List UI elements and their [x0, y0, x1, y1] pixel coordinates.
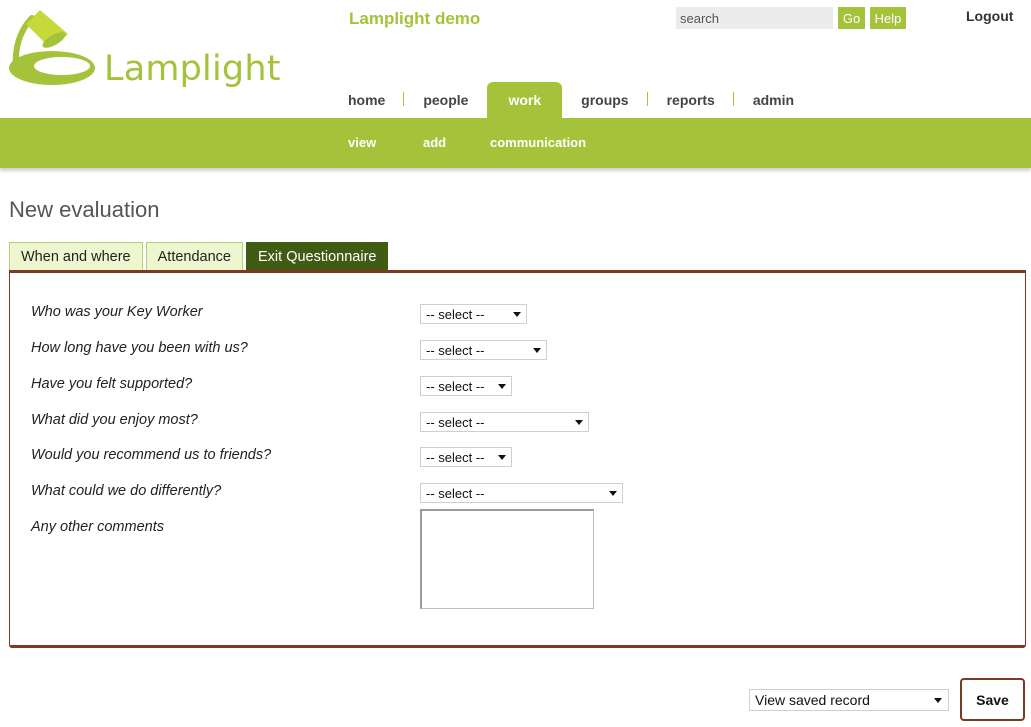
- dropdown-arrow-icon: [609, 491, 617, 496]
- key-worker-select[interactable]: -- select --: [420, 304, 527, 324]
- dropdown-arrow-icon: [575, 420, 583, 425]
- select-value: -- select --: [426, 378, 485, 394]
- select-value: -- select --: [426, 306, 485, 322]
- select-value: -- select --: [426, 342, 485, 358]
- logout-link[interactable]: Logout: [966, 8, 1013, 24]
- select-value: -- select --: [426, 485, 485, 501]
- enjoy-most-select[interactable]: -- select --: [420, 412, 589, 432]
- select-value: -- select --: [426, 449, 485, 465]
- question-label: Have you felt supported?: [31, 376, 193, 392]
- supported-select[interactable]: -- select --: [420, 376, 512, 396]
- page-title: New evaluation: [9, 197, 160, 222]
- lamplight-logo[interactable]: Lamplight: [8, 8, 281, 89]
- tab-attendance[interactable]: Attendance: [145, 242, 243, 270]
- tab-bar: When and where Attendance Exit Questionn…: [9, 242, 389, 271]
- differently-select[interactable]: -- select --: [420, 483, 623, 503]
- question-label: What could we do differently?: [31, 483, 222, 499]
- lamp-icon: [9, 10, 95, 85]
- tab-when-and-where[interactable]: When and where: [9, 242, 143, 270]
- nav-groups[interactable]: groups: [562, 82, 649, 118]
- subnav-view[interactable]: view: [348, 135, 376, 150]
- comments-textarea[interactable]: [420, 509, 594, 609]
- questionnaire-panel: Who was your Key Worker -- select -- How…: [9, 270, 1026, 648]
- dropdown-arrow-icon: [533, 348, 541, 353]
- select-value: -- select --: [426, 414, 485, 430]
- select-value: View saved record: [755, 692, 870, 708]
- recommend-select[interactable]: -- select --: [420, 447, 512, 467]
- main-nav: home people work groups reports admin: [329, 82, 813, 118]
- nav-home[interactable]: home: [329, 82, 405, 118]
- question-label: Would you recommend us to friends?: [31, 447, 272, 463]
- search-input[interactable]: [676, 7, 833, 29]
- dropdown-arrow-icon: [513, 312, 521, 317]
- nav-work[interactable]: work: [487, 82, 563, 118]
- logo-text: Lamplight: [104, 49, 281, 89]
- save-button[interactable]: Save: [960, 678, 1025, 721]
- nav-people[interactable]: people: [404, 82, 487, 118]
- subnav-add[interactable]: add: [423, 135, 446, 150]
- tab-exit-questionnaire[interactable]: Exit Questionnaire: [246, 242, 389, 271]
- question-label: What did you enjoy most?: [31, 412, 198, 428]
- go-button[interactable]: Go: [838, 7, 865, 29]
- sub-nav: view add communication: [0, 118, 1031, 168]
- question-label: How long have you been with us?: [31, 340, 248, 356]
- help-button[interactable]: Help: [870, 7, 906, 29]
- comments-label: Any other comments: [31, 519, 164, 535]
- nav-admin[interactable]: admin: [734, 82, 813, 118]
- subnav-communication[interactable]: communication: [490, 135, 586, 150]
- dropdown-arrow-icon: [498, 455, 506, 460]
- nav-reports[interactable]: reports: [648, 82, 735, 118]
- site-title: Lamplight demo: [349, 9, 481, 28]
- duration-select[interactable]: -- select --: [420, 340, 547, 360]
- view-saved-record-select[interactable]: View saved record: [749, 689, 949, 711]
- question-label: Who was your Key Worker: [31, 304, 203, 320]
- dropdown-arrow-icon: [934, 698, 942, 703]
- dropdown-arrow-icon: [498, 384, 506, 389]
